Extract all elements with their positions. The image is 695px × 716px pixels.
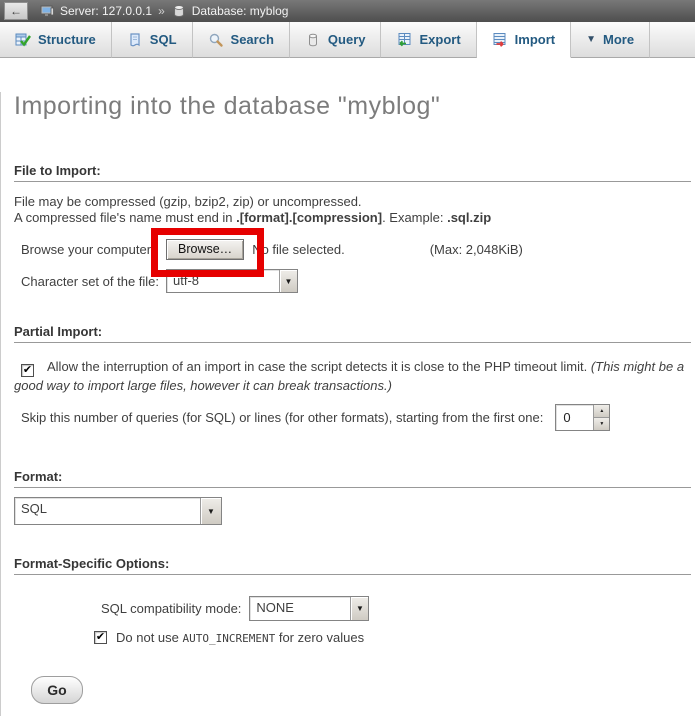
skip-queries-value[interactable]: 0 (556, 405, 593, 430)
tab-search[interactable]: Search (193, 22, 290, 58)
browse-button[interactable]: Browse… (166, 239, 244, 260)
charset-label: Character set of the file: (21, 274, 166, 289)
tab-bar: Structure SQL Search (0, 22, 695, 58)
tab-label: More (603, 32, 634, 47)
allow-interruption-checkbox[interactable]: ✔ (21, 364, 34, 377)
chevron-down-icon[interactable]: ▼ (279, 270, 297, 292)
format-selected-value: SQL (15, 498, 200, 524)
stepper-up-icon[interactable]: ▲ (594, 405, 609, 417)
tab-label: SQL (150, 32, 177, 47)
auto-increment-code: AUTO_INCREMENT (183, 632, 276, 645)
tab-label: Export (419, 32, 460, 47)
charset-row: Character set of the file: utf-8 ▼ (21, 269, 695, 293)
file-import-note: File may be compressed (gzip, bzip2, zip… (14, 194, 695, 226)
auto-increment-checkbox[interactable]: ✔ (94, 631, 107, 644)
tab-query[interactable]: Query (290, 22, 382, 58)
allow-interruption-label: Allow the interruption of an import in c… (47, 359, 591, 374)
structure-table-icon (15, 32, 31, 48)
browse-file-row: Browse your computer: Browse… No file se… (21, 239, 695, 260)
tab-label: Import (515, 32, 555, 47)
section-heading-format: Format: (14, 469, 691, 488)
format-select[interactable]: SQL ▼ (14, 497, 222, 525)
tab-export[interactable]: Export (381, 22, 476, 58)
database-icon (171, 3, 187, 19)
tab-more[interactable]: ▼ More (571, 22, 650, 58)
auto-increment-row: ✔ Do not use AUTO_INCREMENT for zero val… (94, 630, 695, 645)
auto-increment-label: Do not use AUTO_INCREMENT for zero value… (116, 630, 364, 645)
chevron-down-icon: ▼ (586, 34, 596, 45)
tab-label: Structure (38, 32, 96, 47)
charset-selected-value: utf-8 (167, 270, 279, 292)
browse-label: Browse your computer: (21, 242, 166, 257)
breadcrumb-separator: » (158, 4, 165, 18)
note-line2-mid: . Example: (382, 210, 447, 225)
breadcrumb-server-link[interactable]: Server: 127.0.0.1 (60, 4, 152, 18)
sql-document-icon (127, 32, 143, 48)
chevron-down-icon[interactable]: ▼ (200, 498, 221, 524)
tab-structure[interactable]: Structure (0, 22, 112, 58)
breadcrumb-database-link[interactable]: Database: myblog (192, 4, 289, 18)
import-table-arrow-icon (492, 32, 508, 48)
note-line1: File may be compressed (gzip, bzip2, zip… (14, 194, 362, 209)
skip-queries-label: Skip this number of queries (for SQL) or… (21, 410, 543, 425)
page-title: Importing into the database "myblog" (14, 92, 695, 121)
sql-compatibility-value: NONE (250, 597, 350, 620)
note-line2-prefix: A compressed file's name must end in (14, 210, 236, 225)
tab-label: Search (231, 32, 274, 47)
tab-sql[interactable]: SQL (112, 22, 193, 58)
search-magnifier-icon (208, 32, 224, 48)
skip-queries-row: Skip this number of queries (for SQL) or… (21, 404, 695, 431)
stepper-down-icon[interactable]: ▼ (594, 417, 609, 430)
breadcrumb: ← Server: 127.0.0.1 » Database: myblog (0, 0, 695, 22)
tab-import[interactable]: Import (477, 22, 571, 58)
max-size-text: (Max: 2,048KiB) (430, 242, 523, 257)
charset-select[interactable]: utf-8 ▼ (166, 269, 298, 293)
back-button[interactable]: ← (4, 2, 28, 20)
note-format-compression: .[format].[compression] (236, 210, 382, 225)
skip-queries-stepper[interactable]: 0 ▲ ▼ (555, 404, 610, 431)
export-table-arrow-icon (396, 32, 412, 48)
main-content: Importing into the database "myblog" Fil… (0, 92, 695, 716)
section-heading-file-to-import: File to Import: (14, 163, 691, 182)
section-heading-format-specific: Format-Specific Options: (14, 556, 691, 575)
sql-compatibility-row: SQL compatibility mode: NONE ▼ (101, 596, 695, 621)
phpmyadmin-import-page: ← Server: 127.0.0.1 » Database: myblog (0, 0, 695, 716)
query-cylinder-icon (305, 32, 321, 48)
sql-compatibility-select[interactable]: NONE ▼ (249, 596, 369, 621)
server-icon (39, 3, 55, 19)
sql-compatibility-label: SQL compatibility mode: (101, 601, 241, 616)
chevron-down-icon[interactable]: ▼ (350, 597, 368, 620)
stepper-buttons: ▲ ▼ (593, 405, 609, 430)
section-heading-partial-import: Partial Import: (14, 324, 691, 343)
allow-interruption-row: ✔ Allow the interruption of an import in … (14, 358, 695, 395)
note-sqlzip-example: .sql.zip (447, 210, 491, 225)
tab-bar-filler (650, 22, 695, 58)
no-file-selected-text: No file selected. (252, 242, 345, 257)
go-button[interactable]: Go (31, 676, 83, 704)
tab-label: Query (328, 32, 366, 47)
